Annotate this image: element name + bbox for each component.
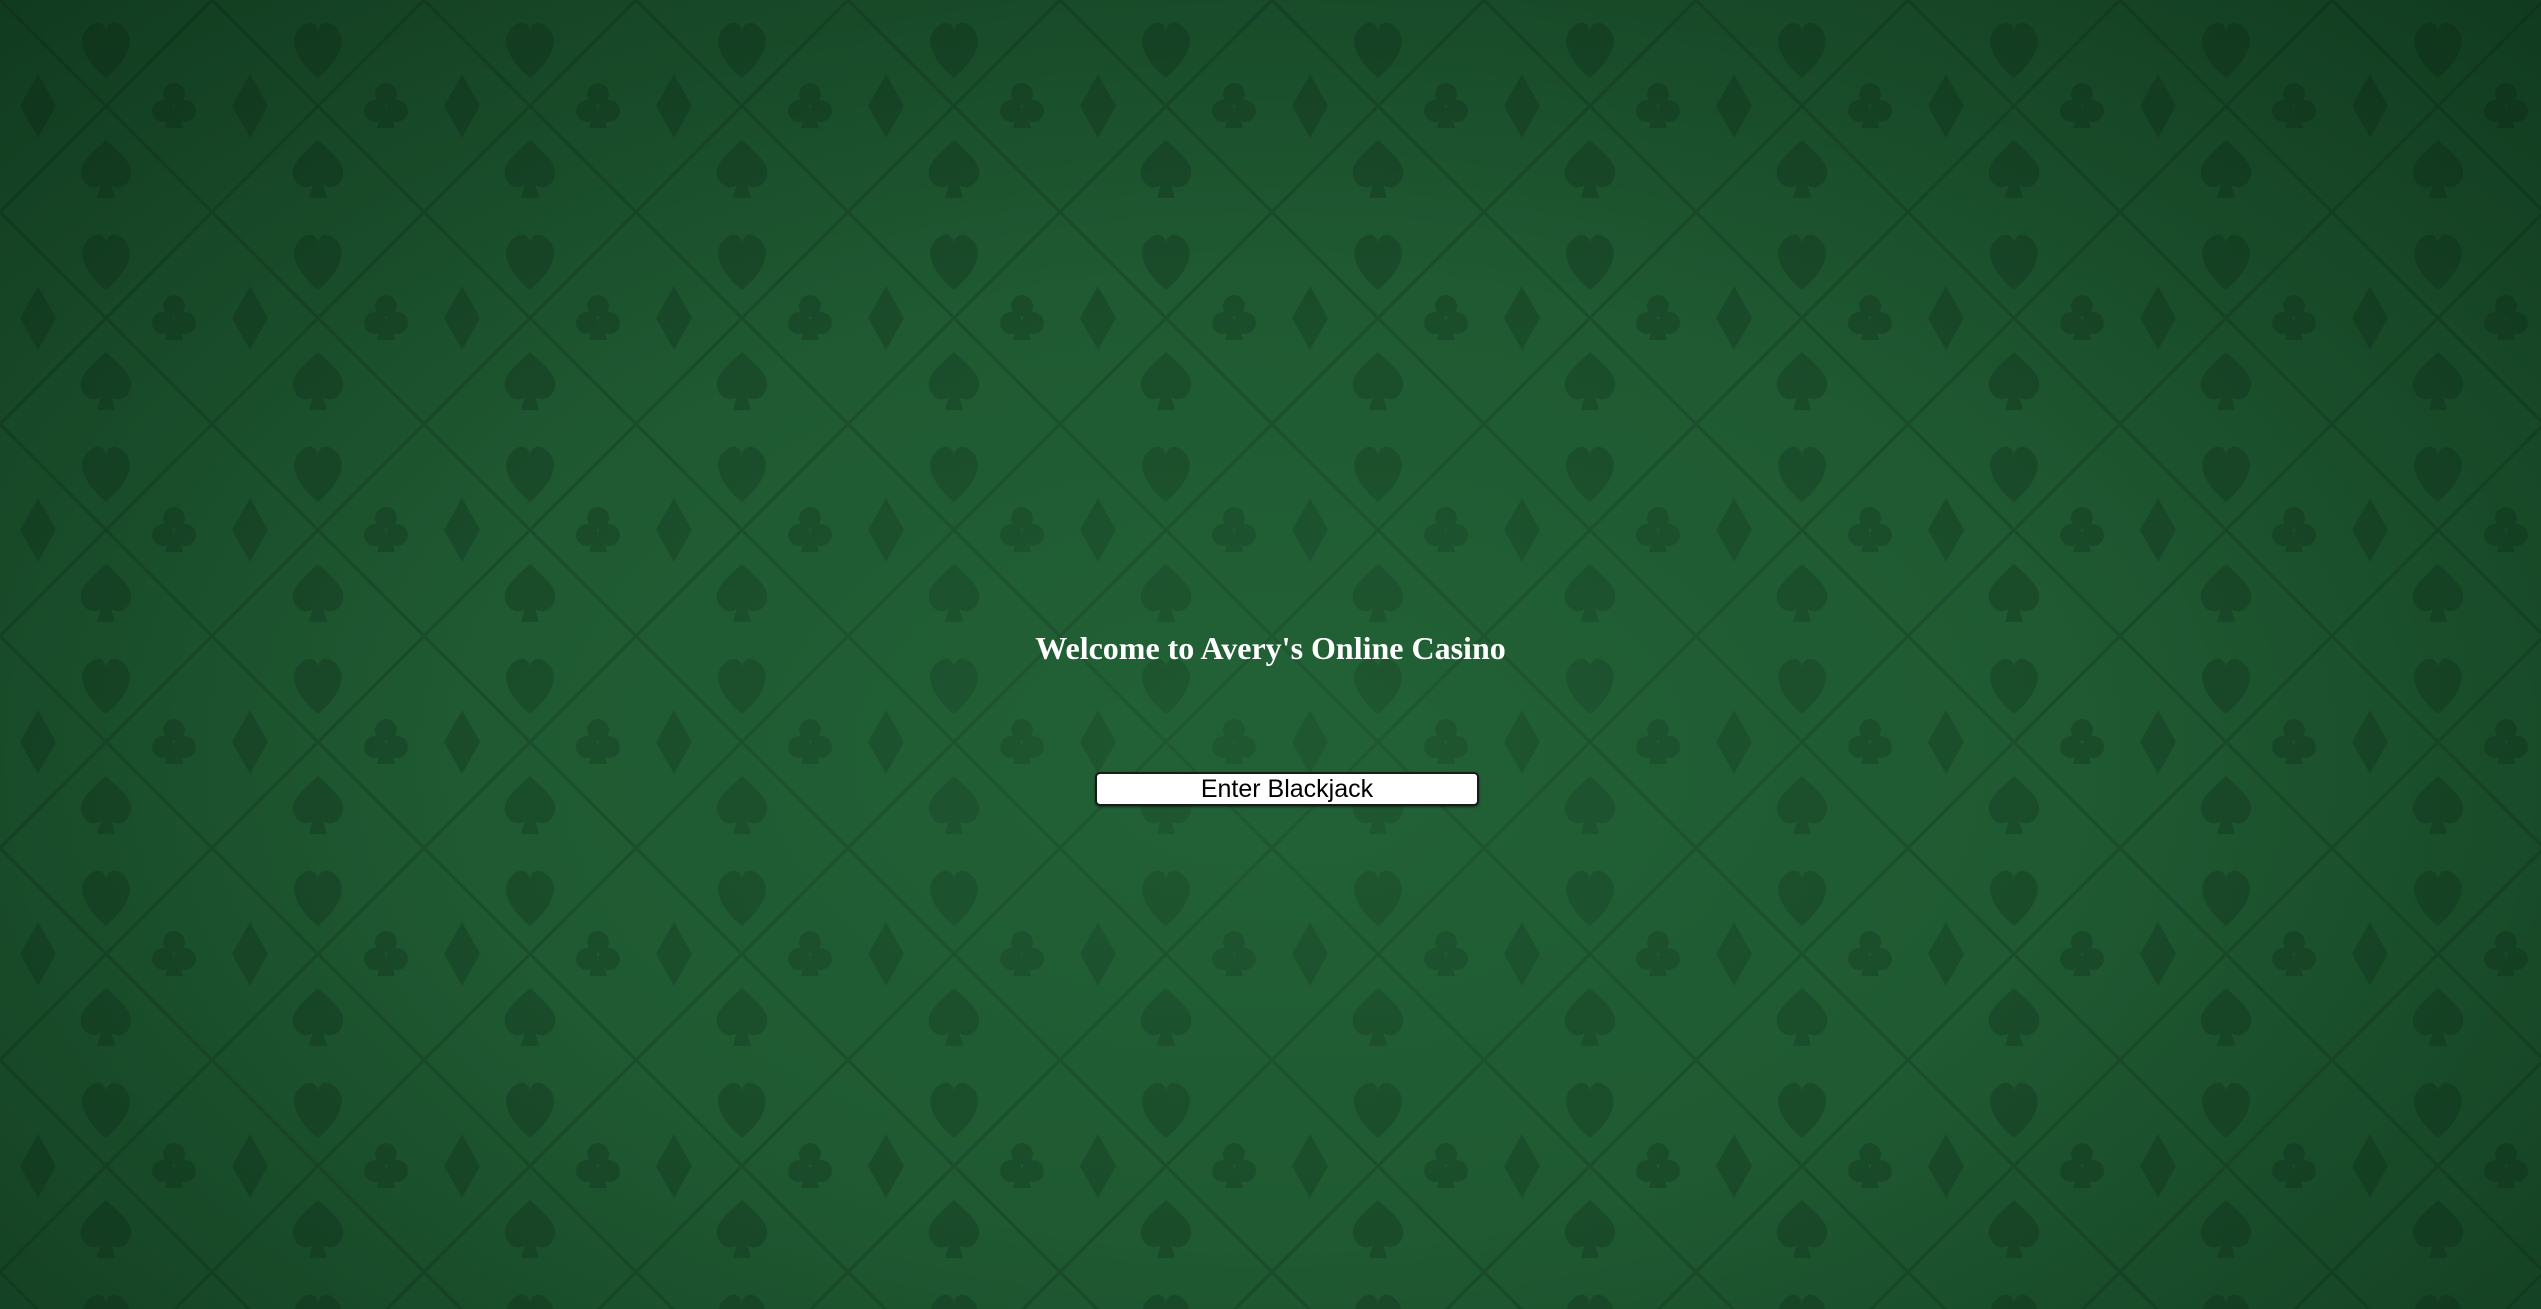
enter-blackjack-button[interactable]: Enter Blackjack [1095, 772, 1479, 806]
page-title: Welcome to Avery's Online Casino [1035, 630, 1506, 666]
